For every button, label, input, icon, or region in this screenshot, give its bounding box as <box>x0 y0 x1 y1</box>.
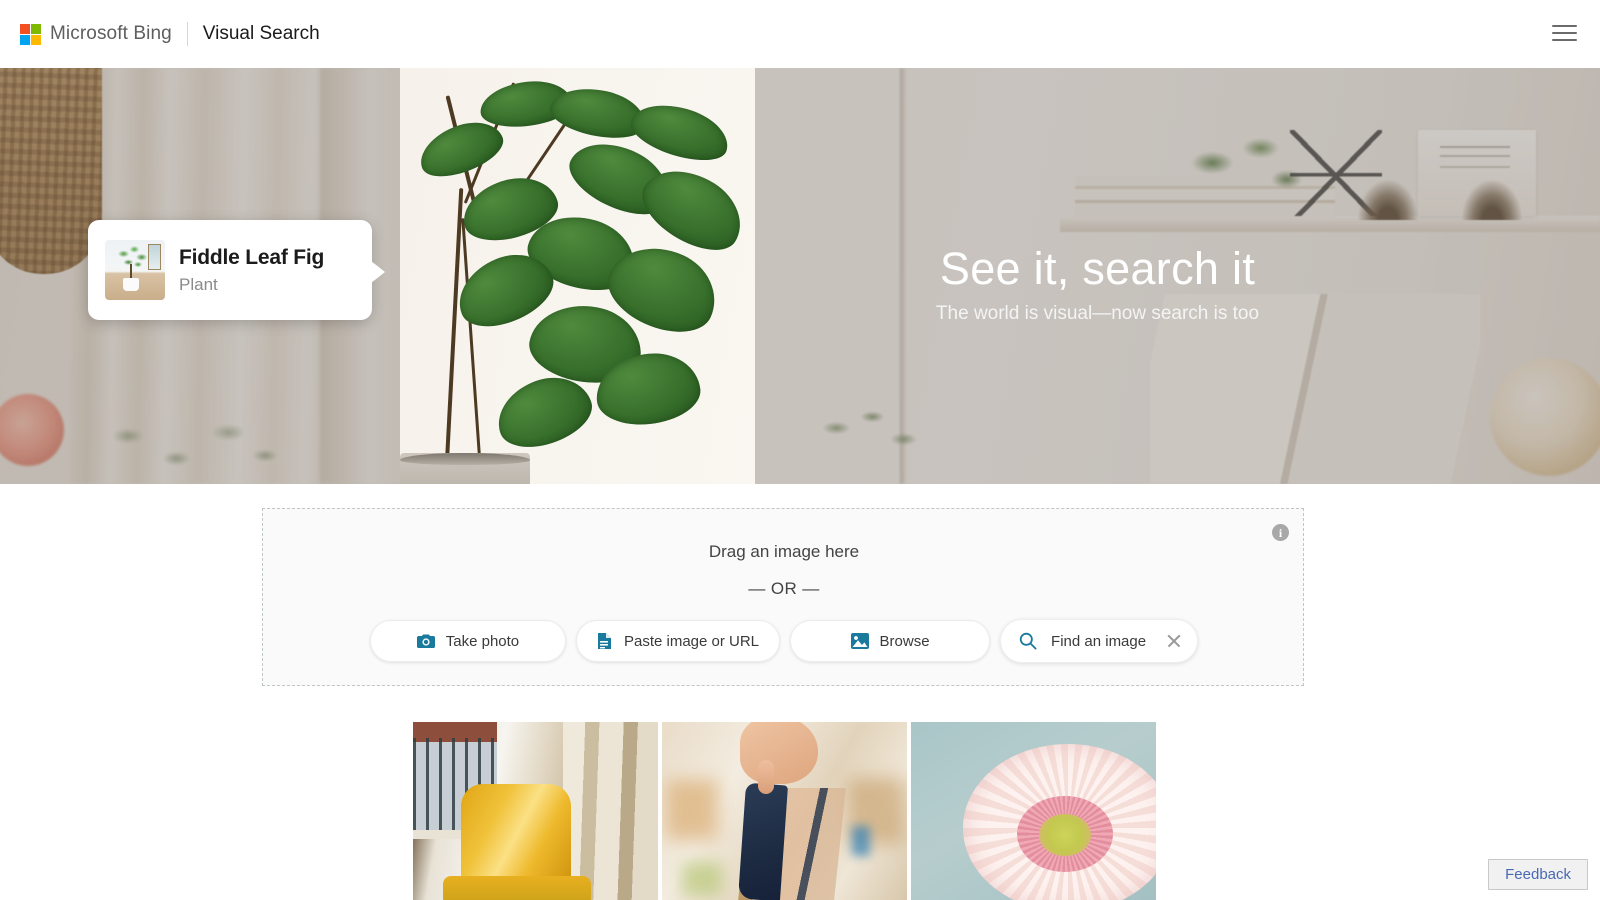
dropzone-actions: Take photo Paste image or URL Browse Fin… <box>263 619 1305 663</box>
camera-icon <box>416 634 435 648</box>
selection-inner <box>400 68 755 484</box>
high-heel-shoe-sample[interactable] <box>662 722 907 900</box>
brand-name: Microsoft Bing <box>50 23 172 44</box>
fiddle-leaf-fig-plant <box>400 68 755 484</box>
hamburger-menu-icon[interactable] <box>1552 20 1580 46</box>
callout-thumbnail <box>105 240 165 300</box>
image-icon <box>850 633 869 649</box>
take-photo-button[interactable]: Take photo <box>369 620 566 662</box>
dropzone-or-divider: — OR — <box>748 579 820 598</box>
hamburger-line <box>1552 39 1577 41</box>
search-icon <box>1019 632 1037 650</box>
paste-image-or-url-button[interactable]: Paste image or URL <box>575 620 781 662</box>
close-icon[interactable] <box>1165 632 1183 650</box>
plant-pot <box>400 453 530 484</box>
product-name: Visual Search <box>202 23 320 44</box>
page-header: Microsoft Bing Visual Search <box>0 0 1600 68</box>
visual-selection-region[interactable] <box>400 68 755 484</box>
image-dropzone[interactable]: i Drag an image here — OR — Take photo P… <box>262 508 1304 686</box>
browse-button[interactable]: Browse <box>790 620 991 662</box>
hamburger-line <box>1552 32 1577 34</box>
take-photo-label: Take photo <box>445 632 520 650</box>
callout-text: Fiddle Leaf Fig Plant <box>179 245 324 294</box>
yellow-chair-sample[interactable] <box>413 722 658 900</box>
paste-document-icon <box>597 633 611 649</box>
brand-divider <box>186 22 188 46</box>
feedback-button[interactable]: Feedback <box>1488 859 1588 890</box>
entity-callout-card[interactable]: Fiddle Leaf Fig Plant <box>88 220 385 320</box>
microsoft-logo-icon <box>20 23 41 45</box>
find-an-image-label: Find an image <box>1051 632 1147 650</box>
sample-image-strip <box>413 722 1156 900</box>
find-an-image-input[interactable]: Find an image <box>1000 619 1199 663</box>
pink-flower-sample[interactable] <box>911 722 1156 900</box>
info-icon[interactable]: i <box>1272 524 1289 541</box>
paste-image-or-url-label: Paste image or URL <box>623 632 760 650</box>
dropzone-instruction: Drag an image here <box>708 542 860 561</box>
callout-subtitle: Plant <box>179 274 218 294</box>
browse-label: Browse <box>879 632 930 650</box>
callout-title: Fiddle Leaf Fig <box>179 246 325 270</box>
hamburger-line <box>1552 25 1577 27</box>
hero-banner: Fiddle Leaf Fig Plant See it, search it … <box>0 68 1600 484</box>
brand-lockup[interactable]: Microsoft Bing Visual Search <box>20 22 320 46</box>
